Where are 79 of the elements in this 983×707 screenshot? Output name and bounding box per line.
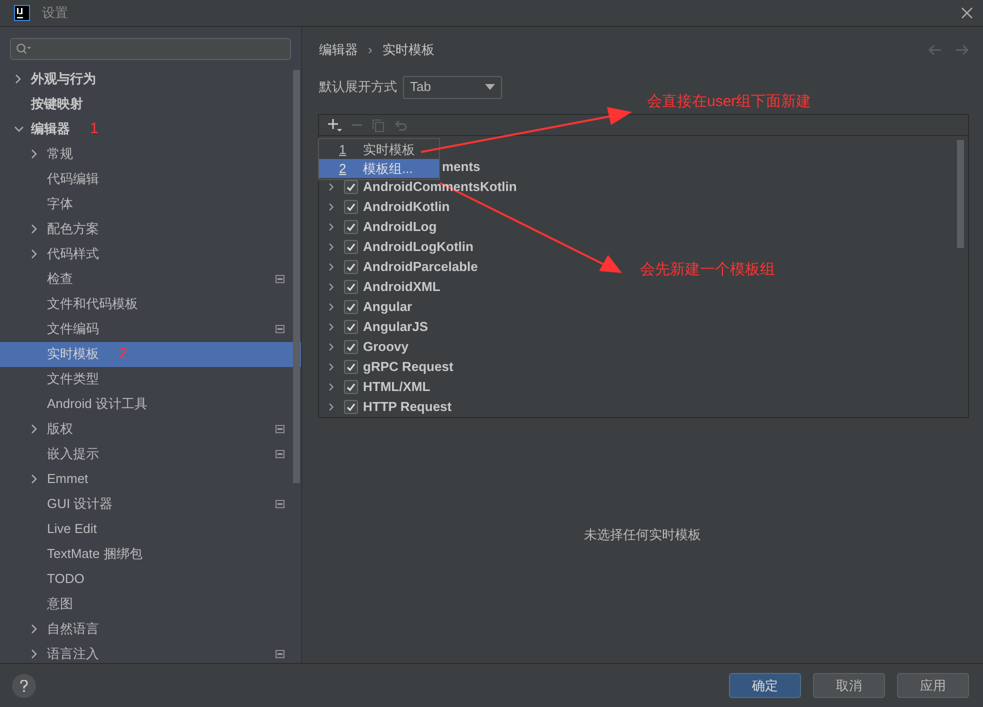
menu-label: 实时模板 <box>363 140 415 159</box>
question-icon <box>20 680 28 692</box>
sidebar-item[interactable]: TODO <box>0 566 301 592</box>
sidebar-item[interactable]: Android 设计工具 <box>0 392 301 416</box>
checkbox[interactable] <box>344 240 358 254</box>
annotation-text: 会直接在user组下面新建 <box>647 92 812 112</box>
sidebar-item[interactable]: 字体 <box>0 192 301 216</box>
sidebar-item[interactable]: Emmet <box>0 466 301 492</box>
search-field[interactable] <box>10 38 291 60</box>
annotation-number: 2 <box>119 344 128 364</box>
sidebar-item[interactable]: 文件和代码模板 <box>0 292 301 316</box>
sidebar-item[interactable]: 检查 <box>0 266 301 292</box>
sidebar-item[interactable]: 按键映射 <box>0 92 301 116</box>
sidebar-item[interactable]: 编辑器 1 <box>0 116 301 142</box>
template-group-name: ments <box>442 158 480 176</box>
breadcrumb-item: 编辑器 <box>319 41 358 60</box>
scrollbar[interactable] <box>293 70 300 483</box>
search-icon <box>16 42 32 55</box>
template-group-name: HTML/XML <box>363 378 430 396</box>
dialog-button[interactable]: 应用 <box>897 673 969 698</box>
template-group-name: Angular <box>363 298 412 316</box>
sidebar-item[interactable]: 意图 <box>0 592 301 616</box>
template-group-name: AngularJS <box>363 318 428 336</box>
sidebar-item[interactable]: TextMate 捆绑包 <box>0 542 301 566</box>
help-button[interactable] <box>12 674 36 698</box>
add-icon[interactable] <box>327 118 342 132</box>
annotation-text: 会先新建一个模板组 <box>640 260 775 280</box>
sidebar-item[interactable]: 版权 <box>0 416 301 442</box>
checkbox[interactable] <box>344 320 358 334</box>
empty-message: 未选择任何实时模板 <box>584 526 701 544</box>
checkbox[interactable] <box>344 400 358 414</box>
dialog-button[interactable]: 取消 <box>813 673 885 698</box>
checkbox[interactable] <box>344 340 358 354</box>
annotation-number: 1 <box>90 118 98 139</box>
field-label: 默认展开方式 <box>319 78 397 96</box>
chevron-down-icon[interactable] <box>14 124 24 134</box>
checkbox[interactable] <box>344 280 358 294</box>
dialog-button[interactable]: 确定 <box>729 673 801 698</box>
breadcrumb-item: 实时模板 <box>382 41 434 60</box>
checkbox[interactable] <box>344 380 358 394</box>
sidebar-item[interactable]: 代码样式 <box>0 242 301 266</box>
checkbox[interactable] <box>344 220 358 234</box>
breadcrumb-separator: › <box>368 41 372 60</box>
sidebar-item[interactable]: 嵌入提示 <box>0 442 301 466</box>
template-group-name: AndroidXML <box>363 278 440 296</box>
checkbox[interactable] <box>344 180 358 194</box>
template-group-name: Groovy <box>363 338 409 356</box>
scrollbar[interactable] <box>957 140 964 248</box>
sidebar-item[interactable]: 自然语言 <box>0 616 301 642</box>
template-group-name: HTTP Request <box>363 398 452 416</box>
template-group-name: AndroidKotlin <box>363 198 450 216</box>
checkbox[interactable] <box>344 300 358 314</box>
menu-item[interactable]: 2 模板组... <box>319 159 439 178</box>
checkbox[interactable] <box>344 360 358 374</box>
mnemonic-number: 2 <box>339 160 348 178</box>
checkbox[interactable] <box>344 260 358 274</box>
sidebar-item[interactable]: 常规 <box>0 142 301 166</box>
template-group-name: AndroidLog <box>363 218 437 236</box>
template-group-name: AndroidParcelable <box>363 258 478 276</box>
sidebar-item[interactable]: 语言注入 <box>0 642 301 666</box>
sidebar-item[interactable]: 文件编码 <box>0 316 301 342</box>
template-group-name: AndroidLogKotlin <box>363 238 474 256</box>
app-logo-icon <box>14 5 30 21</box>
sidebar-item[interactable]: 代码编辑 <box>0 166 301 192</box>
sidebar-item[interactable]: 实时模板 2 <box>0 342 301 366</box>
sidebar-item[interactable]: 配色方案 <box>0 216 301 242</box>
close-icon[interactable] <box>961 7 973 19</box>
menu-item[interactable]: 1 实时模板 <box>319 140 439 159</box>
sidebar-item[interactable]: 文件类型 <box>0 366 301 392</box>
menu-label: 模板组... <box>363 160 413 178</box>
expand-dropdown[interactable]: Tab <box>403 76 502 98</box>
sidebar-item[interactable]: Live Edit <box>0 516 301 542</box>
mnemonic-number: 1 <box>339 140 348 159</box>
template-group-name: gRPC Request <box>363 358 454 376</box>
checkbox[interactable] <box>344 200 358 214</box>
window-title: 设置 <box>42 4 68 22</box>
dropdown-caret-icon <box>485 84 495 90</box>
sidebar-item[interactable]: GUI 设计器 <box>0 492 301 516</box>
sidebar-item[interactable]: 外观与行为 <box>0 66 301 92</box>
